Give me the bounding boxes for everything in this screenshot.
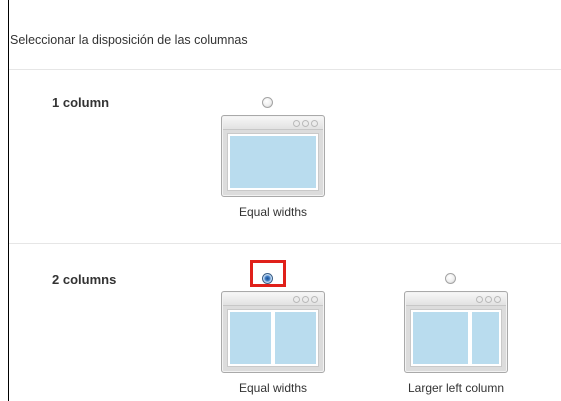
thumbnail-content bbox=[227, 133, 319, 191]
column-preview-right bbox=[472, 312, 499, 364]
radio-1-column-equal-widths[interactable] bbox=[262, 97, 273, 108]
selection-highlight-box bbox=[250, 260, 286, 287]
column-preview-left bbox=[230, 312, 271, 364]
thumbnail-content bbox=[227, 309, 319, 367]
window-controls-icon bbox=[476, 296, 501, 303]
section-divider bbox=[9, 243, 561, 244]
layout-thumbnail-2-columns-equal[interactable] bbox=[221, 291, 325, 373]
thumbnail-titlebar bbox=[406, 293, 506, 306]
section-divider bbox=[9, 69, 561, 70]
thumbnail-content bbox=[410, 309, 502, 367]
layout-thumbnail-2-columns-larger-left[interactable] bbox=[404, 291, 508, 373]
column-preview bbox=[230, 136, 316, 188]
caption-2-columns-larger-left: Larger left column bbox=[407, 381, 505, 395]
column-preview-right bbox=[275, 312, 316, 364]
layout-thumbnail-1-column-equal[interactable] bbox=[221, 115, 325, 197]
caption-2-columns-equal-widths: Equal widths bbox=[238, 381, 308, 395]
column-preview-left bbox=[413, 312, 468, 364]
window-controls-icon bbox=[293, 120, 318, 127]
row-label-1-column: 1 column bbox=[52, 95, 110, 110]
caption-1-column-equal-widths: Equal widths bbox=[238, 205, 308, 219]
layout-selection-title: Seleccionar la disposición de las column… bbox=[10, 33, 248, 47]
window-controls-icon bbox=[293, 296, 318, 303]
row-label-2-columns: 2 columns bbox=[52, 272, 117, 287]
thumbnail-titlebar bbox=[223, 117, 323, 130]
panel-left-border bbox=[8, 0, 9, 401]
thumbnail-titlebar bbox=[223, 293, 323, 306]
radio-2-columns-larger-left[interactable] bbox=[445, 273, 456, 284]
